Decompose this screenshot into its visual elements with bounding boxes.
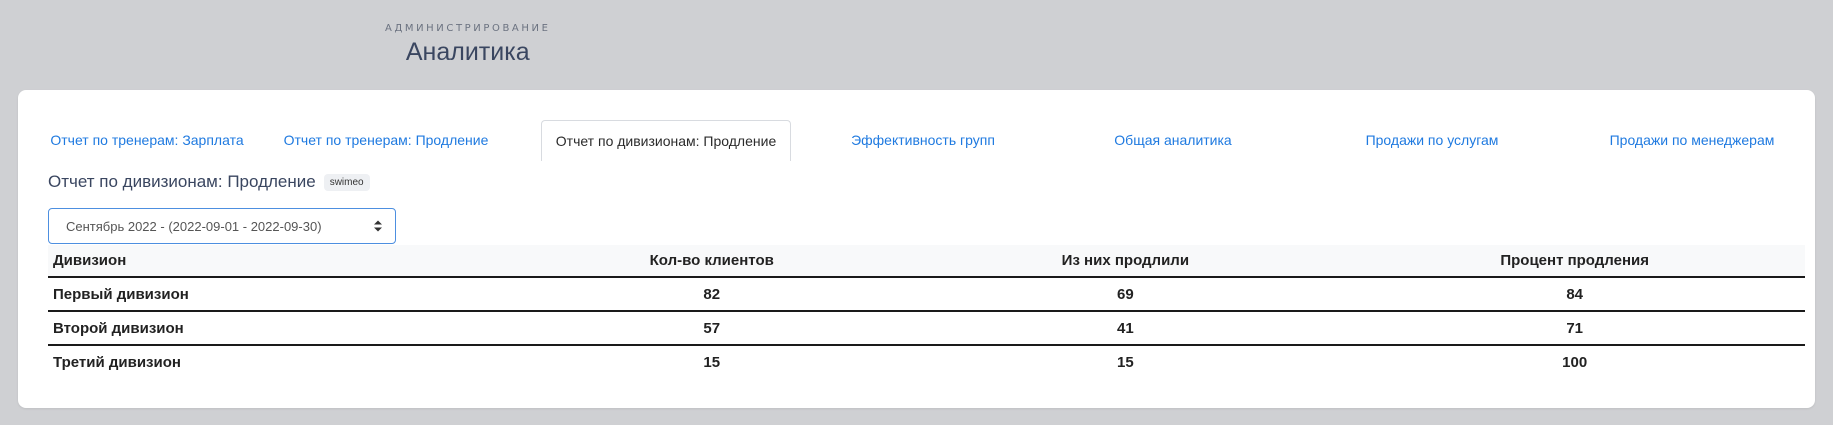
cell-renewal-percent: 71: [1344, 311, 1805, 346]
tab-general-analytics[interactable]: Общая аналитика: [1088, 120, 1258, 160]
table-row: Третий дивизион 15 15 100: [48, 345, 1805, 378]
period-select-value: Сентябрь 2022 - (2022-09-01 - 2022-09-30…: [66, 218, 322, 234]
cell-renewal-percent: 100: [1562, 353, 1588, 371]
column-header-renewal-percent: Процент продления: [1344, 245, 1805, 278]
tab-group-efficiency[interactable]: Эффективность групп: [828, 120, 1018, 160]
cell-clients: 57: [517, 311, 907, 346]
cell-renewed: 69: [906, 277, 1345, 312]
tab-trainers-renewal[interactable]: Отчет по тренерам: Продление: [268, 120, 504, 160]
period-select[interactable]: Сентябрь 2022 - (2022-09-01 - 2022-09-30…: [48, 208, 396, 244]
section-header: Отчет по дивизионам: Продление swimeo: [48, 172, 370, 192]
cell-division: Второй дивизион: [48, 311, 518, 346]
cell-clients: 82: [517, 277, 907, 312]
select-caret-icon: [374, 220, 382, 232]
column-header-division: Дивизион: [48, 245, 518, 278]
tab-sales-by-services[interactable]: Продажи по услугам: [1339, 120, 1525, 160]
org-badge: swimeo: [323, 173, 370, 191]
cell-division: Третий дивизион: [53, 353, 181, 371]
cell-renewed: 41: [906, 311, 1345, 346]
column-header-renewed: Из них продлили: [906, 245, 1345, 278]
table-row: Второй дивизион 57 41 71: [48, 311, 1805, 346]
page-title: Аналитика: [405, 38, 530, 66]
page-pretitle: АДМИНИСТРИРОВАНИЕ: [385, 23, 551, 34]
section-title: Отчет по дивизионам: Продление: [48, 172, 316, 191]
divisions-table: Дивизион Кол-во клиентов Из них продлили…: [48, 245, 1805, 378]
tab-divisions-renewal[interactable]: Отчет по дивизионам: Продление: [541, 120, 791, 161]
tab-sales-by-managers[interactable]: Продажи по менеджерам: [1579, 120, 1805, 160]
cell-clients: 15: [703, 353, 721, 371]
analytics-card: Отчет по тренерам: Зарплата Отчет по тре…: [18, 90, 1815, 408]
cell-renewed: 15: [1117, 353, 1134, 371]
column-header-clients: Кол-во клиентов: [517, 245, 907, 278]
table-row: Первый дивизион 82 69 84: [48, 277, 1805, 312]
page-header: АДМИНИСТРИРОВАНИЕ Аналитика: [385, 23, 550, 67]
divisions-table-wrap: Дивизион Кол-во клиентов Из них продлили…: [48, 245, 1805, 378]
cell-renewal-percent: 84: [1344, 277, 1805, 312]
report-tabs: Отчет по тренерам: Зарплата Отчет по тре…: [48, 120, 1805, 161]
cell-division: Первый дивизион: [48, 277, 518, 312]
tab-trainers-salary[interactable]: Отчет по тренерам: Зарплата: [48, 120, 246, 160]
table-header-row: Дивизион Кол-во клиентов Из них продлили…: [48, 245, 1805, 278]
